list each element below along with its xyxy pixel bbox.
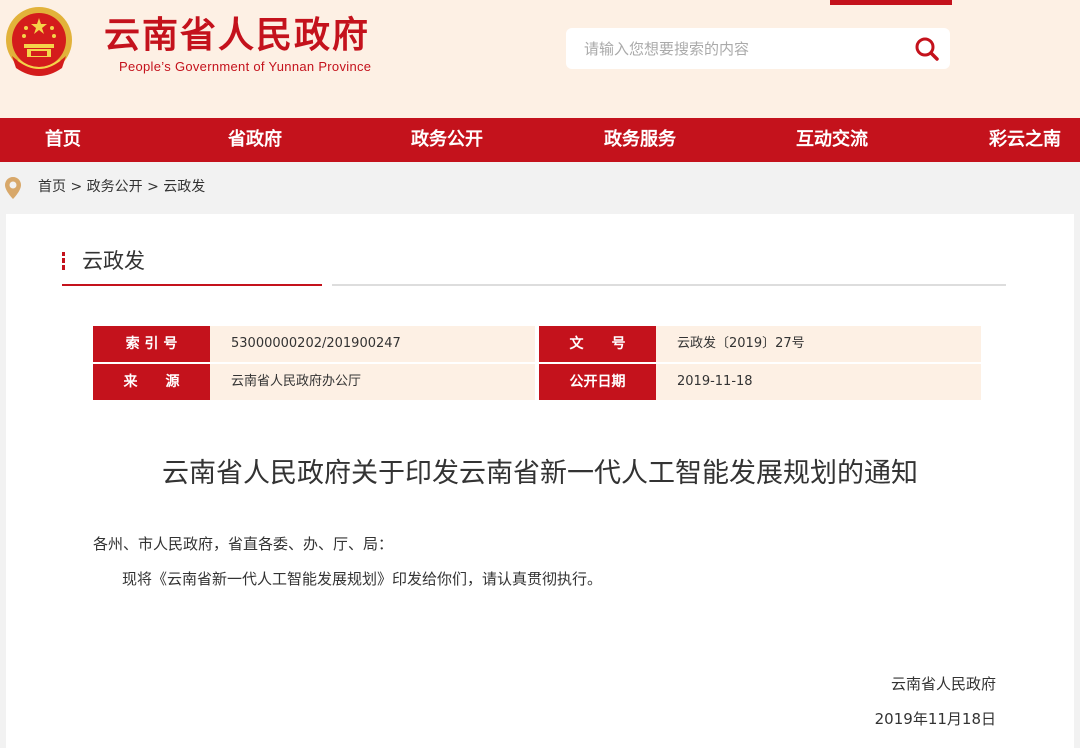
breadcrumb: 首页 > 政务公开 > 云政发 bbox=[38, 162, 205, 212]
document-salutation: 各州、市人民政府，省直各委、办、厅、局： bbox=[93, 535, 394, 553]
document-date: 2019年11月18日 bbox=[874, 710, 996, 728]
nav-item-home[interactable]: 首页 bbox=[45, 118, 81, 162]
nav-item-government-services[interactable]: 政务服务 bbox=[604, 118, 676, 162]
site-header: 云南省人民政府 People’s Government of Yunnan Pr… bbox=[0, 0, 1080, 118]
main-nav: 首页 省政府 政务公开 政务服务 互动交流 彩云之南 bbox=[0, 118, 1080, 162]
section-title: 云政发 bbox=[82, 249, 145, 273]
meta-source-value: 云南省人民政府办公厅 bbox=[210, 364, 535, 400]
document-body: 现将《云南省新一代人工智能发展规划》印发给你们，请认真贯彻执行。 bbox=[122, 570, 603, 588]
nav-item-government-affairs-disclosure[interactable]: 政务公开 bbox=[411, 118, 483, 162]
meta-source-label-cell: 来 源 bbox=[93, 364, 216, 400]
document-title: 云南省人民政府关于印发云南省新一代人工智能发展规划的通知 bbox=[162, 458, 918, 489]
meta-index-row: 索 引 号 53000000202/201900247 bbox=[93, 326, 535, 362]
section-underline bbox=[332, 284, 1006, 286]
meta-docno-value: 云政发〔2019〕27号 bbox=[656, 326, 981, 362]
meta-docno-label: 文 号 bbox=[569, 336, 626, 352]
meta-index-value: 53000000202/201900247 bbox=[210, 326, 535, 362]
search-icon[interactable] bbox=[912, 34, 942, 64]
main-content: 云政发 索 引 号 53000000202/201900247 文 号 云政发〔… bbox=[6, 214, 1074, 748]
meta-source-row: 来 源 云南省人民政府办公厅 bbox=[93, 364, 535, 400]
nav-item-interaction[interactable]: 互动交流 bbox=[796, 118, 868, 162]
meta-date-row: 公开日期 2019-11-18 bbox=[539, 364, 981, 400]
meta-index-label: 索 引 号 bbox=[125, 336, 178, 352]
section-marker bbox=[62, 252, 65, 270]
breadcrumb-link-disclosure[interactable]: 政务公开 bbox=[87, 179, 143, 195]
nav-item-provincial-government[interactable]: 省政府 bbox=[228, 118, 282, 162]
meta-docno-row: 文 号 云政发〔2019〕27号 bbox=[539, 326, 981, 362]
national-emblem-icon[interactable] bbox=[4, 4, 74, 78]
header-top-accent bbox=[830, 0, 952, 5]
search-input[interactable] bbox=[584, 28, 904, 69]
meta-date-label: 公开日期 bbox=[569, 374, 626, 390]
location-pin-icon bbox=[5, 177, 21, 199]
breadcrumb-link-home[interactable]: 首页 bbox=[38, 179, 66, 195]
meta-source-label: 来 源 bbox=[123, 374, 180, 390]
meta-index-label-cell: 索 引 号 bbox=[93, 326, 216, 362]
nav-item-colorful-yunnan[interactable]: 彩云之南 bbox=[989, 118, 1061, 162]
breadcrumb-separator: > bbox=[147, 179, 159, 195]
breadcrumb-separator: > bbox=[70, 179, 83, 195]
breadcrumb-bar: 首页 > 政务公开 > 云政发 bbox=[0, 162, 1080, 214]
site-subtitle: People’s Government of Yunnan Province bbox=[119, 59, 372, 74]
section-underline-accent bbox=[62, 284, 322, 286]
site-title[interactable]: 云南省人民政府 bbox=[104, 12, 370, 60]
meta-date-label-cell: 公开日期 bbox=[539, 364, 662, 400]
meta-date-value: 2019-11-18 bbox=[656, 364, 981, 400]
meta-docno-label-cell: 文 号 bbox=[539, 326, 662, 362]
breadcrumb-link-yunzhengfa[interactable]: 云政发 bbox=[163, 179, 205, 195]
search-box bbox=[566, 28, 950, 69]
document-signer: 云南省人民政府 bbox=[890, 675, 996, 693]
